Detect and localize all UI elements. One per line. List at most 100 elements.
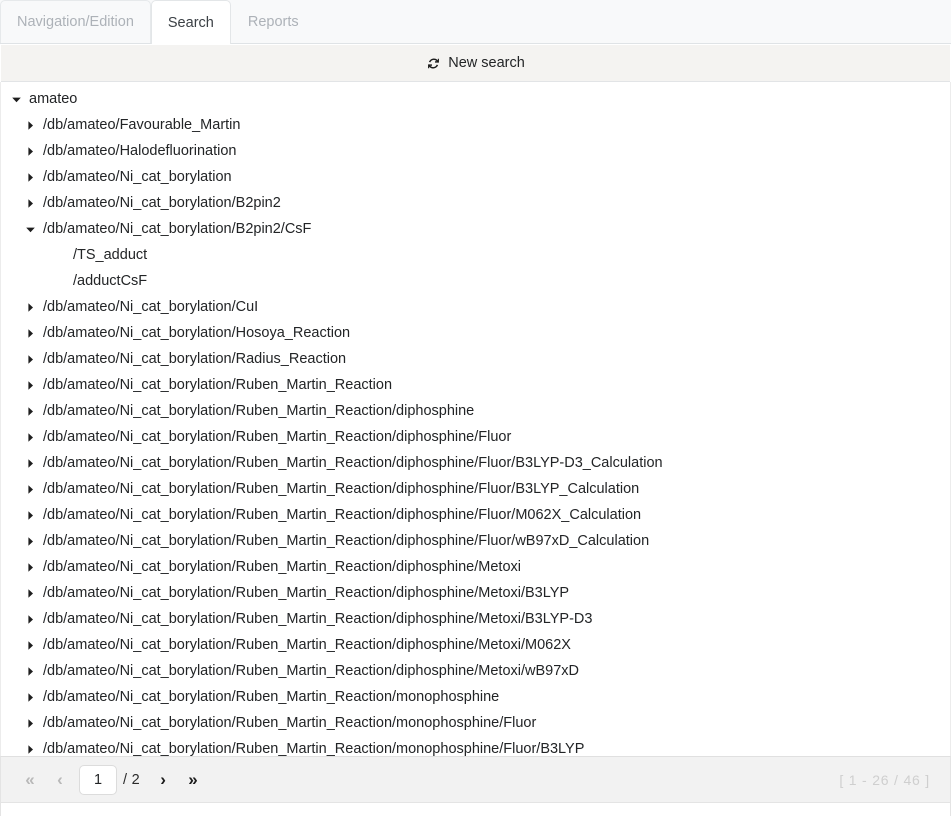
double-chevron-left-icon: « — [25, 769, 35, 789]
caret-right-icon[interactable] — [22, 146, 38, 157]
tree-node-label: /db/amateo/Ni_cat_borylation/Ruben_Marti… — [43, 611, 593, 627]
caret-right-icon[interactable] — [22, 198, 38, 209]
caret-right-icon[interactable] — [22, 536, 38, 547]
new-search-button[interactable]: New search — [420, 52, 531, 74]
tab-reports[interactable]: Reports — [231, 0, 316, 43]
tree-node[interactable]: /db/amateo/Ni_cat_borylation/Ruben_Marti… — [1, 554, 950, 580]
tree-node[interactable]: /db/amateo/Ni_cat_borylation/Ruben_Marti… — [1, 736, 950, 756]
tab-bar: Navigation/Edition Search Reports — [0, 0, 951, 44]
result-range-info: [ 1 - 26 / 46 ] — [839, 771, 930, 788]
caret-right-icon[interactable] — [22, 432, 38, 443]
tree-node-label: /db/amateo/Favourable_Martin — [43, 117, 241, 133]
tree-node[interactable]: /db/amateo/Ni_cat_borylation/Ruben_Marti… — [1, 684, 950, 710]
tree-node[interactable]: /db/amateo/Halodefluorination — [1, 138, 950, 164]
caret-right-icon[interactable] — [22, 614, 38, 625]
tree-node[interactable]: /db/amateo/Ni_cat_borylation/B2pin2/CsF — [1, 216, 950, 242]
tree-node-label: /db/amateo/Ni_cat_borylation/Ruben_Marti… — [43, 533, 650, 549]
tree-node[interactable]: /db/amateo/Ni_cat_borylation/Ruben_Marti… — [1, 658, 950, 684]
tree-node-label: /db/amateo/Ni_cat_borylation/Ruben_Marti… — [43, 403, 475, 419]
caret-right-icon[interactable] — [22, 172, 38, 183]
tree-node[interactable]: /TS_adduct — [1, 242, 950, 268]
caret-right-icon[interactable] — [22, 744, 38, 755]
caret-right-icon[interactable] — [22, 484, 38, 495]
tree-node-label: /db/amateo/Ni_cat_borylation/Ruben_Marti… — [43, 559, 521, 575]
tree-node-label: amateo — [29, 91, 78, 107]
chevron-right-icon: › — [160, 769, 166, 789]
tree-node-label: /db/amateo/Ni_cat_borylation/B2pin2 — [43, 195, 281, 211]
pagination-controls: « ‹ / 2 › » — [15, 764, 208, 795]
caret-right-icon[interactable] — [22, 120, 38, 131]
tab-label: Reports — [247, 14, 299, 30]
previous-page-button[interactable]: ‹ — [45, 765, 75, 795]
double-chevron-right-icon: » — [188, 769, 198, 789]
tree-node[interactable]: /db/amateo/Ni_cat_borylation/Ruben_Marti… — [1, 476, 950, 502]
total-pages-label: / 2 — [123, 771, 141, 788]
tab-label: Navigation/Edition — [17, 14, 134, 30]
tree-node-label: /db/amateo/Ni_cat_borylation/Ruben_Marti… — [43, 507, 642, 523]
tree-node-label: /db/amateo/Ni_cat_borylation/Ruben_Marti… — [43, 741, 585, 756]
tree-node[interactable]: /db/amateo/Ni_cat_borylation/Ruben_Marti… — [1, 424, 950, 450]
tree-node[interactable]: /db/amateo/Ni_cat_borylation/Ruben_Marti… — [1, 580, 950, 606]
tree-node-label: /db/amateo/Ni_cat_borylation/Ruben_Marti… — [43, 585, 570, 601]
tree-node[interactable]: /db/amateo/Ni_cat_borylation/B2pin2 — [1, 190, 950, 216]
tree-node[interactable]: /db/amateo/Ni_cat_borylation/Radius_Reac… — [1, 346, 950, 372]
new-search-label: New search — [448, 55, 525, 71]
tree-node[interactable]: /db/amateo/Ni_cat_borylation — [1, 164, 950, 190]
caret-right-icon[interactable] — [22, 328, 38, 339]
tab-search[interactable]: Search — [150, 0, 231, 44]
tree-node[interactable]: /db/amateo/Ni_cat_borylation/Hosoya_Reac… — [1, 320, 950, 346]
caret-right-icon[interactable] — [22, 640, 38, 651]
tree-node-label: /db/amateo/Ni_cat_borylation/B2pin2/CsF — [43, 221, 312, 237]
search-page: Navigation/Edition Search Reports New se… — [0, 0, 951, 816]
caret-right-icon[interactable] — [22, 458, 38, 469]
tree-node-label: /db/amateo/Ni_cat_borylation/Ruben_Marti… — [43, 715, 537, 731]
caret-right-icon[interactable] — [22, 302, 38, 313]
tree-node-label: /db/amateo/Ni_cat_borylation/Ruben_Marti… — [43, 637, 571, 653]
caret-right-icon[interactable] — [22, 406, 38, 417]
tree-node-label: /db/amateo/Ni_cat_borylation — [43, 169, 232, 185]
caret-right-icon[interactable] — [22, 666, 38, 677]
caret-down-icon[interactable] — [22, 224, 38, 235]
tree-node[interactable]: /db/amateo/Ni_cat_borylation/Ruben_Marti… — [1, 528, 950, 554]
caret-right-icon[interactable] — [22, 562, 38, 573]
caret-right-icon[interactable] — [22, 510, 38, 521]
tree-node-label: /adductCsF — [73, 273, 148, 289]
page-number-input[interactable] — [79, 764, 117, 795]
tree-node-label: /db/amateo/Ni_cat_borylation/Ruben_Marti… — [43, 377, 393, 393]
caret-down-icon[interactable] — [8, 94, 24, 105]
tab-label: Search — [167, 14, 214, 31]
tree-node[interactable]: /db/amateo/Ni_cat_borylation/Ruben_Marti… — [1, 398, 950, 424]
tree-node-label: /db/amateo/Halodefluorination — [43, 143, 237, 159]
caret-right-icon[interactable] — [22, 380, 38, 391]
tree-node[interactable]: /db/amateo/Ni_cat_borylation/CuI — [1, 294, 950, 320]
tree-node-label: /db/amateo/Ni_cat_borylation/Radius_Reac… — [43, 351, 347, 367]
caret-right-icon[interactable] — [22, 588, 38, 599]
caret-right-icon[interactable] — [22, 354, 38, 365]
search-results-tree: amateo/db/amateo/Favourable_Martin/db/am… — [1, 82, 950, 756]
tree-node-label: /db/amateo/Ni_cat_borylation/CuI — [43, 299, 259, 315]
search-results-tree-container[interactable]: amateo/db/amateo/Favourable_Martin/db/am… — [0, 82, 951, 756]
tree-node[interactable]: /db/amateo/Ni_cat_borylation/Ruben_Marti… — [1, 632, 950, 658]
caret-right-icon[interactable] — [22, 718, 38, 729]
tree-node[interactable]: /adductCsF — [1, 268, 950, 294]
tree-node[interactable]: amateo — [1, 86, 950, 112]
tree-node[interactable]: /db/amateo/Ni_cat_borylation/Ruben_Marti… — [1, 710, 950, 736]
last-page-button[interactable]: » — [178, 765, 208, 795]
next-page-button[interactable]: › — [148, 765, 178, 795]
tree-node[interactable]: /db/amateo/Ni_cat_borylation/Ruben_Marti… — [1, 502, 950, 528]
tree-node-label: /db/amateo/Ni_cat_borylation/Hosoya_Reac… — [43, 325, 351, 341]
tab-navigation-edition[interactable]: Navigation/Edition — [0, 0, 151, 43]
tree-node-label: /db/amateo/Ni_cat_borylation/Ruben_Marti… — [43, 689, 500, 705]
refresh-icon — [426, 56, 441, 71]
tree-node[interactable]: /db/amateo/Ni_cat_borylation/Ruben_Marti… — [1, 372, 950, 398]
chevron-left-icon: ‹ — [57, 769, 63, 789]
tree-node-label: /db/amateo/Ni_cat_borylation/Ruben_Marti… — [43, 455, 663, 471]
search-toolbar: New search — [1, 44, 950, 82]
tree-node-label: /db/amateo/Ni_cat_borylation/Ruben_Marti… — [43, 481, 640, 497]
tree-node[interactable]: /db/amateo/Favourable_Martin — [1, 112, 950, 138]
caret-right-icon[interactable] — [22, 692, 38, 703]
tree-node[interactable]: /db/amateo/Ni_cat_borylation/Ruben_Marti… — [1, 450, 950, 476]
first-page-button[interactable]: « — [15, 765, 45, 795]
tree-node[interactable]: /db/amateo/Ni_cat_borylation/Ruben_Marti… — [1, 606, 950, 632]
pagination-bar: « ‹ / 2 › » [ 1 - 26 / 46 ] — [0, 756, 951, 802]
